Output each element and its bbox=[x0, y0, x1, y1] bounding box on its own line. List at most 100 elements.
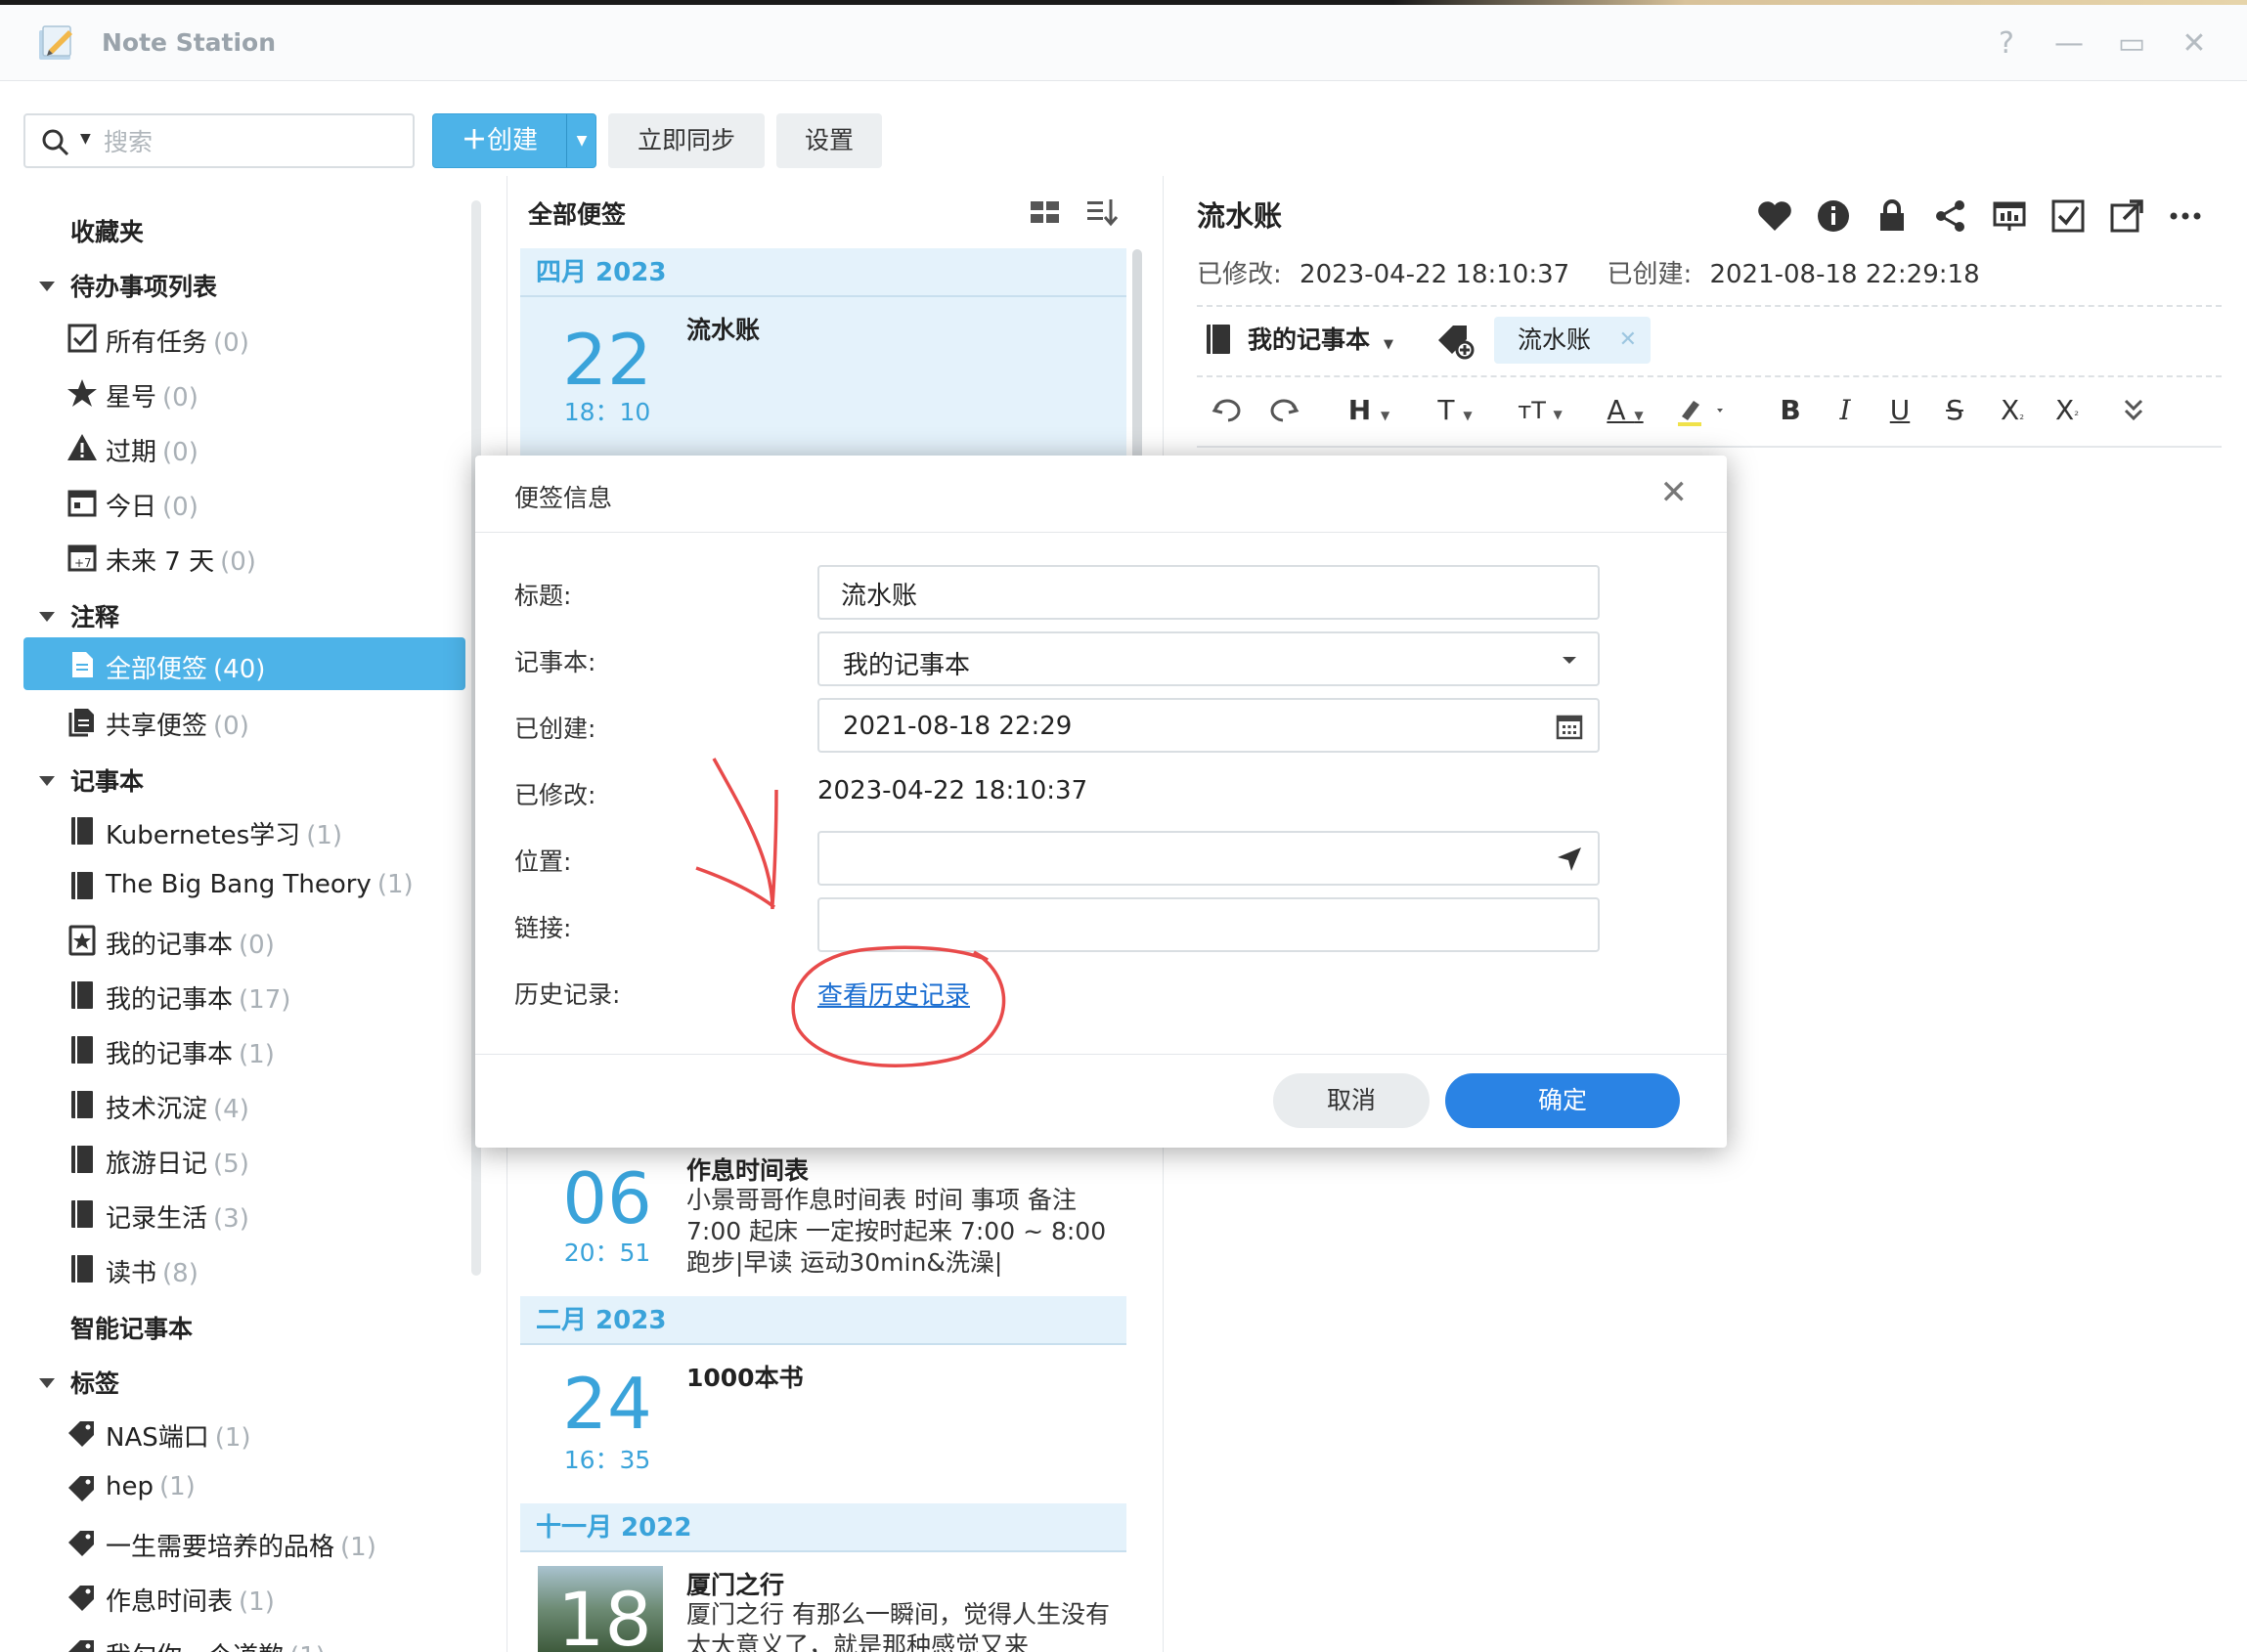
sync-now-button[interactable]: 立即同步 bbox=[608, 113, 765, 168]
tag-chip[interactable]: 流水账 ✕ bbox=[1494, 317, 1651, 364]
note-card[interactable]: 厦门之行 厦门之行 有那么一瞬间，觉得人生没有太大意义了，就是那种感觉又来 bbox=[520, 1562, 1126, 1652]
help-button[interactable]: ? bbox=[1989, 26, 2024, 62]
collapse-triangle-icon bbox=[39, 1378, 55, 1388]
todo-checkbox-icon[interactable] bbox=[2049, 197, 2087, 235]
search-options-caret-icon[interactable]: ▼ bbox=[80, 131, 91, 147]
presentation-icon[interactable] bbox=[1991, 197, 2028, 235]
sidebar-item-notebook[interactable]: 读书 (8) bbox=[23, 1241, 465, 1294]
count-badge: (1) bbox=[306, 821, 343, 850]
redo-icon[interactable] bbox=[1265, 391, 1300, 430]
sidebar-item-notebook[interactable]: Kubernetes学习 (1) bbox=[23, 804, 465, 856]
tag-icon bbox=[68, 1531, 94, 1556]
maximize-button[interactable]: ▭ bbox=[2114, 26, 2149, 62]
sidebar-item-notebook[interactable]: The Big Bang Theory (1) bbox=[23, 858, 465, 911]
highlight-icon[interactable] bbox=[1674, 391, 1733, 430]
underline-button[interactable]: U bbox=[1883, 391, 1917, 430]
sidebar-item-tag[interactable]: hep (1) bbox=[23, 1460, 465, 1513]
note-card[interactable]: 06 20：51 作息时间表 小景哥哥作息时间表 时间 事项 备注 7:00 起… bbox=[520, 1148, 1126, 1294]
collapse-triangle-icon bbox=[39, 776, 55, 786]
notes-group-toggle[interactable]: 注释 bbox=[39, 598, 119, 633]
notebook-icon bbox=[71, 872, 93, 899]
sidebar-item-tag[interactable]: NAS端口 (1) bbox=[23, 1406, 465, 1458]
info-icon[interactable] bbox=[1815, 197, 1852, 235]
create-button[interactable]: ＋创建 ▼ bbox=[432, 113, 596, 168]
sidebar-item-all-notes[interactable]: 全部便签 (40) bbox=[23, 637, 465, 690]
sidebar-item-all-tasks[interactable]: 所有任务 (0) bbox=[23, 311, 465, 364]
note-card-selected[interactable]: 22 18：10 流水账 bbox=[520, 297, 1126, 456]
sidebar-item-shared-notes[interactable]: 共享便签 (0) bbox=[23, 694, 465, 747]
sidebar-item-tag[interactable]: 作息时间表 (1) bbox=[23, 1570, 465, 1623]
font-color-dropdown[interactable]: A ▼ bbox=[1596, 391, 1654, 430]
sidebar-item-tag[interactable]: 一生需要培养的品格 (1) bbox=[23, 1515, 465, 1568]
sidebar-item-notebook[interactable]: 记录生活 (3) bbox=[23, 1187, 465, 1239]
editor-notebook-selector[interactable]: 我的记事本 ▼ bbox=[1248, 321, 1393, 356]
created-date-field[interactable]: 2021-08-18 22:29 bbox=[817, 698, 1600, 753]
italic-button[interactable]: I bbox=[1828, 391, 1862, 430]
location-field[interactable] bbox=[817, 831, 1600, 886]
heart-icon[interactable] bbox=[1756, 197, 1793, 235]
tags-group-toggle[interactable]: 标签 bbox=[39, 1365, 119, 1400]
sidebar-item-next-7-days[interactable]: +7 未来 7 天 (0) bbox=[23, 530, 465, 583]
bold-button[interactable]: B bbox=[1774, 391, 1807, 430]
note-title: 厦门之行 bbox=[686, 1571, 785, 1599]
notebook-icon bbox=[71, 1036, 93, 1064]
font-dropdown[interactable]: T ▼ bbox=[1426, 391, 1484, 430]
note-card[interactable]: 24 16：35 1000本书 bbox=[520, 1347, 1126, 1494]
locate-arrow-icon[interactable] bbox=[1555, 845, 1584, 874]
sidebar-item-starred[interactable]: 星号 (0) bbox=[23, 366, 465, 418]
search-box[interactable]: ▼ bbox=[23, 113, 415, 168]
link-field[interactable] bbox=[817, 897, 1600, 952]
smart-notebook-heading[interactable]: 智能记事本 bbox=[70, 1310, 193, 1345]
undo-icon[interactable] bbox=[1211, 391, 1246, 430]
starred-notebook-icon bbox=[68, 925, 96, 956]
superscript-button[interactable]: X² bbox=[2048, 391, 2087, 430]
title-input[interactable] bbox=[841, 575, 1525, 612]
open-in-new-window-icon[interactable] bbox=[2108, 197, 2145, 235]
title-field[interactable] bbox=[817, 565, 1600, 620]
heading-dropdown[interactable]: H ▼ bbox=[1340, 391, 1398, 430]
close-window-button[interactable]: ✕ bbox=[2177, 26, 2212, 62]
sidebar-item-overdue[interactable]: 过期 (0) bbox=[23, 420, 465, 473]
share-icon[interactable] bbox=[1932, 197, 1969, 235]
notebook-select[interactable]: 我的记事本 bbox=[817, 631, 1600, 686]
sidebar-item-notebook[interactable]: 我的记事本 (1) bbox=[23, 1022, 465, 1075]
calendar-picker-icon[interactable] bbox=[1555, 712, 1584, 741]
sidebar-item-label: 我的记事本 bbox=[106, 1040, 234, 1069]
favorites-heading[interactable]: 收藏夹 bbox=[70, 213, 144, 248]
divider bbox=[1197, 305, 2222, 307]
sidebar-item-notebook[interactable]: 我的记事本 (17) bbox=[23, 968, 465, 1021]
dialog-close-icon[interactable]: ✕ bbox=[1660, 473, 1689, 512]
minimize-button[interactable]: — bbox=[2051, 26, 2087, 62]
more-options-icon[interactable] bbox=[2167, 197, 2204, 235]
notebooks-group-toggle[interactable]: 记事本 bbox=[39, 762, 144, 798]
search-input[interactable] bbox=[104, 123, 397, 160]
ok-button[interactable]: 确定 bbox=[1445, 1073, 1680, 1128]
sidebar-item-notebook[interactable]: 我的记事本 (0) bbox=[23, 913, 465, 966]
lock-icon[interactable] bbox=[1873, 197, 1911, 235]
sidebar-item-notebook[interactable]: 技术沉淀 (4) bbox=[23, 1077, 465, 1130]
sidebar-item-today[interactable]: 今日 (0) bbox=[23, 475, 465, 528]
strikethrough-button[interactable]: S bbox=[1938, 391, 1971, 430]
grid-view-icon[interactable] bbox=[1029, 196, 1062, 229]
sort-icon[interactable] bbox=[1085, 196, 1119, 229]
expand-toolbar-icon[interactable] bbox=[2116, 391, 2151, 430]
cancel-button[interactable]: 取消 bbox=[1273, 1073, 1430, 1128]
todo-group-toggle[interactable]: 待办事项列表 bbox=[39, 268, 217, 303]
view-history-link[interactable]: 查看历史记录 bbox=[817, 976, 970, 1012]
location-field-label: 位置: bbox=[514, 848, 572, 876]
note-list-scrollbar[interactable] bbox=[1132, 249, 1142, 464]
dialog-header-divider bbox=[475, 532, 1727, 533]
link-input[interactable] bbox=[841, 907, 1525, 944]
remove-tag-icon[interactable]: ✕ bbox=[1619, 317, 1637, 364]
add-tag-icon[interactable] bbox=[1435, 321, 1475, 360]
subscript-button[interactable]: X₂ bbox=[1993, 391, 2032, 430]
note-snippet: 小景哥哥作息时间表 时间 事项 备注 7:00 起床 一定按时起来 7:00 ~… bbox=[686, 1186, 1107, 1277]
sidebar-item-notebook[interactable]: 旅游日记 (5) bbox=[23, 1132, 465, 1185]
create-dropdown-button[interactable]: ▼ bbox=[566, 114, 596, 167]
sidebar-item-tag[interactable]: 我勾你一个道歉 (1) bbox=[23, 1625, 465, 1652]
font-size-dropdown[interactable]: тT ▼ bbox=[1506, 391, 1574, 430]
note-info-dialog: 便签信息 ✕ 标题: 记事本: 我的记事本 已创建: 2021-08-18 22… bbox=[475, 456, 1727, 1148]
settings-button[interactable]: 设置 bbox=[776, 113, 882, 168]
editor-note-title[interactable]: 流水账 bbox=[1197, 194, 1282, 235]
location-input[interactable] bbox=[841, 841, 1525, 878]
